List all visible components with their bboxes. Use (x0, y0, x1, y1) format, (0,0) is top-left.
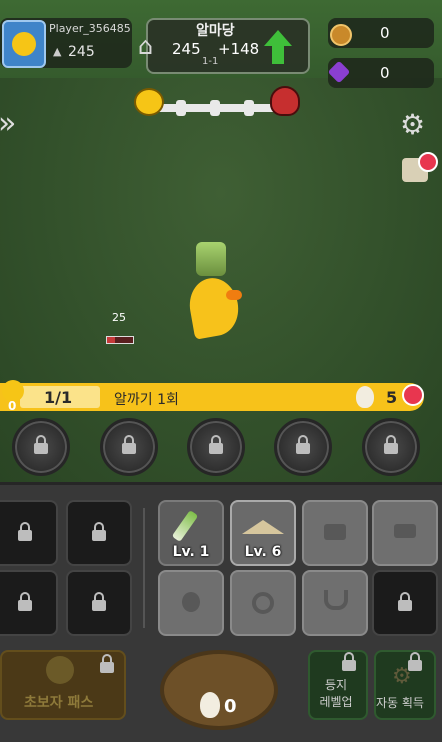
egg-icon (356, 386, 374, 408)
equip-slot-hat[interactable]: Lv. 6 (230, 500, 296, 566)
lock-icon (34, 435, 48, 454)
locked-slot-left-2[interactable] (66, 500, 132, 566)
player-name: Player_356485 (49, 22, 131, 35)
quest-progress: 1/1 (44, 388, 73, 407)
nest-button[interactable] (160, 650, 278, 730)
stage-power: 245 (172, 40, 201, 58)
nest-egg-icon (200, 692, 220, 718)
locked-slot-left-3[interactable] (0, 570, 58, 636)
glove-silhouette-icon (182, 592, 200, 612)
progress-node (244, 100, 254, 116)
bell-icon: ▲ (53, 45, 62, 58)
enemy-hp-fill (107, 337, 115, 343)
nest-levelup-label: 등지 레벨업 (319, 678, 353, 709)
lock-icon (209, 435, 223, 454)
boss-demon-icon (270, 86, 300, 116)
egg-alert-dot[interactable] (402, 384, 424, 406)
equip-slot-empty-3[interactable] (158, 570, 224, 636)
stage-title: 알마당 (196, 23, 235, 39)
equip-level: Lv. 6 (244, 544, 282, 560)
player-avatar[interactable] (2, 20, 46, 68)
lock-icon (296, 435, 310, 454)
lock-icon (408, 652, 422, 671)
lock-icon (100, 654, 114, 673)
upgrade-arrow-icon[interactable] (264, 30, 292, 46)
lock-icon (18, 522, 32, 541)
lock-icon (384, 435, 398, 454)
locked-skill-slot-5[interactable] (362, 418, 420, 476)
upgrade-arrow-stem (272, 46, 284, 64)
equip-slot-empty-1[interactable] (302, 500, 368, 566)
equip-slot-empty-4[interactable] (230, 570, 296, 636)
nest-count: 0 (224, 696, 237, 717)
duck-marker-icon (134, 88, 164, 116)
lock-icon (18, 592, 32, 611)
leek-hat-icon (196, 242, 226, 276)
progress-node (210, 100, 220, 116)
lock-icon (342, 652, 356, 671)
progress-node (176, 100, 186, 116)
duck-icon (12, 32, 36, 56)
locked-slot-left-1[interactable] (0, 500, 58, 566)
tower-icon: ⌂ (138, 32, 154, 60)
notification-dot (418, 152, 438, 172)
equip-slot-empty-5[interactable] (302, 570, 368, 636)
quest-counter: 0 (8, 399, 17, 413)
armor-silhouette-icon (324, 524, 346, 540)
lock-icon (398, 592, 412, 611)
enemy-level: 25 (112, 311, 126, 324)
necklace-silhouette-icon (324, 590, 348, 610)
locked-slot-left-4[interactable] (66, 570, 132, 636)
auto-get-label: 자동 획득 (376, 696, 424, 710)
gold-coin-icon (330, 24, 352, 46)
equip-level: Lv. 1 (172, 544, 210, 560)
lock-icon (122, 435, 136, 454)
egg-count: 5 (386, 388, 398, 407)
gold-amount: 0 (380, 24, 390, 42)
duck-beak-icon (226, 290, 242, 300)
enemy-hp-bar (106, 336, 134, 344)
player-power: 245 (68, 44, 95, 60)
settings-gear-icon[interactable]: ⚙ (400, 108, 425, 141)
panel-divider (143, 508, 145, 628)
fast-forward-button[interactable]: » (0, 106, 16, 141)
locked-skill-slot-3[interactable] (187, 418, 245, 476)
lock-icon (92, 592, 106, 611)
boots-silhouette-icon (394, 524, 416, 538)
equip-slot-leek[interactable]: Lv. 1 (158, 500, 224, 566)
lock-icon (92, 522, 106, 541)
locked-slot-right[interactable] (372, 570, 438, 636)
gem-amount: 0 (380, 64, 390, 82)
stage-bonus: +148 (218, 40, 260, 58)
beginner-pass-label: 초보자 패스 (24, 695, 94, 711)
stage-sub: 1-1 (202, 56, 219, 67)
pass-mascot-icon (46, 656, 74, 684)
locked-skill-slot-1[interactable] (12, 418, 70, 476)
straw-hat-icon (242, 520, 284, 534)
equip-slot-empty-2[interactable] (372, 500, 438, 566)
leek-weapon-icon (171, 510, 199, 542)
locked-skill-slot-2[interactable] (100, 418, 158, 476)
quest-label: 알까기 1회 (114, 392, 179, 408)
locked-skill-slot-4[interactable] (274, 418, 332, 476)
ring-silhouette-icon (252, 592, 274, 614)
